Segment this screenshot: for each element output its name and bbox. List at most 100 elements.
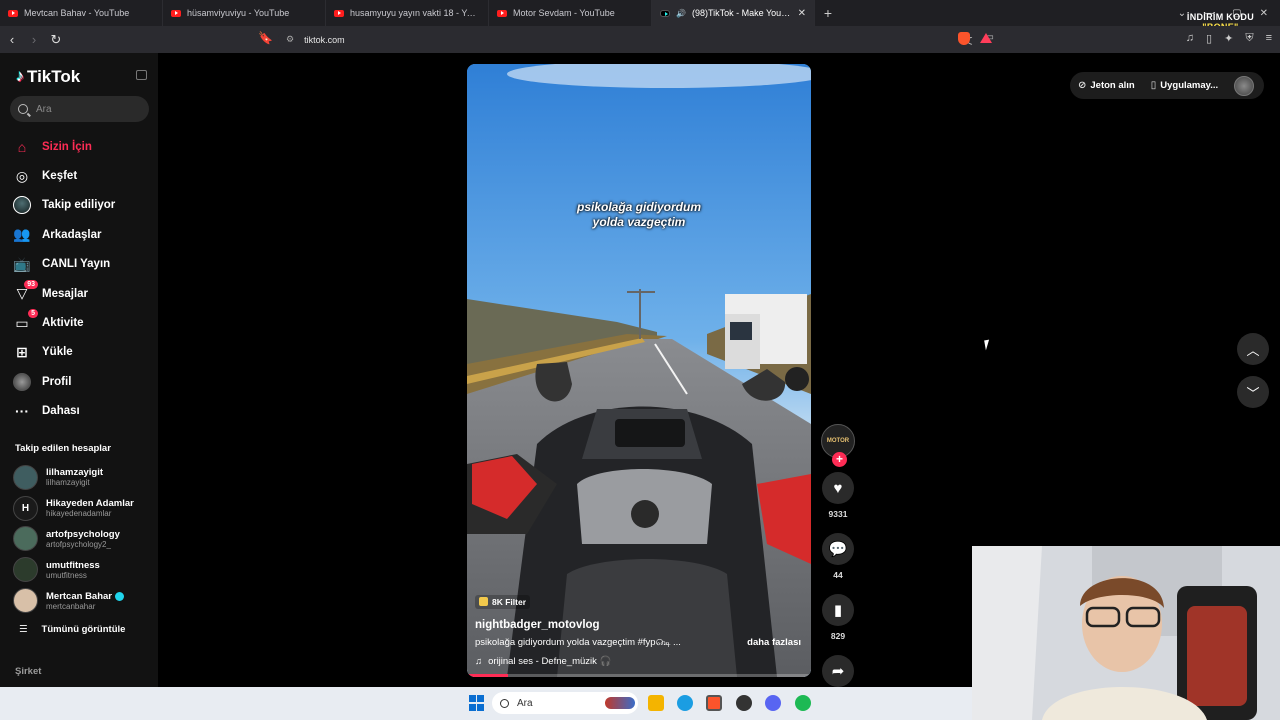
nav-for-you[interactable]: ⌂ Sizin İçin [12, 132, 152, 161]
avatar [13, 557, 38, 583]
media-control-icon[interactable]: ♫ [1186, 32, 1194, 45]
search-icon [500, 698, 509, 708]
nav-messages[interactable]: ▽ 93 Mesajlar [12, 279, 152, 308]
browser-tab[interactable]: husamyuyu yayın vakti 18 - YouTube [326, 0, 489, 26]
comment-icon[interactable]: 💬 [822, 533, 854, 565]
share-icon[interactable]: ➦ [822, 655, 854, 687]
see-more-button[interactable]: daha fazlası [747, 637, 801, 649]
like-action[interactable]: ♥ 9331 [820, 472, 856, 519]
nav-activity[interactable]: ▭ 5 Aktivite [12, 308, 152, 337]
previous-video-button[interactable]: ︿ [1237, 333, 1269, 365]
nav-following[interactable]: Takip ediliyor [12, 191, 152, 220]
tab-title: (98)TikTok - Make Your Day [691, 8, 792, 18]
forward-icon[interactable]: › [24, 30, 44, 50]
brave-shield-icon[interactable] [958, 32, 970, 45]
follow-plus-icon[interactable]: + [832, 452, 847, 467]
nav-label: Aktivite [42, 317, 84, 330]
video-text-overlay: psikolağa gidiyordum yolda vazgeçtim [467, 200, 811, 230]
upload-icon: ⊞ [16, 343, 28, 360]
creator-avatar[interactable]: MOTOR + [821, 424, 855, 467]
address-bar[interactable]: ⚙ tiktok.com 文 ▭ [278, 30, 1000, 49]
nav-more[interactable]: ··· Dahası [12, 397, 152, 426]
brave-rewards-icon[interactable] [980, 33, 992, 43]
activity-badge: 5 [28, 309, 38, 319]
nav-live[interactable]: 📺 CANLI Yayın [12, 250, 152, 279]
browser-tab-active[interactable]: 🔊 (98)TikTok - Make Your Day ✕ [652, 0, 815, 26]
collapse-sidebar-icon[interactable] [136, 70, 147, 80]
nav-label: Yükle [42, 346, 73, 359]
followed-account[interactable]: umutfitness umutfitness [13, 554, 153, 585]
close-tab-icon[interactable]: ✕ [798, 8, 806, 19]
edge-browser-icon[interactable] [677, 695, 693, 711]
see-all-button[interactable]: ☰ Tümünü görüntüle [19, 624, 125, 635]
get-app-button[interactable]: ▯ Uygulamay... [1151, 80, 1218, 91]
site-info-icon[interactable]: ⚙ [286, 34, 294, 45]
activity-icon: ▭ 5 [12, 309, 38, 333]
get-coins-button[interactable]: ⊘ Jeton alın [1078, 80, 1135, 91]
see-all-label: Tümünü görüntüle [41, 624, 126, 635]
browser-tab-strip: Mevtcan Bahav - YouTube hüsamviyuviyu - … [0, 0, 1280, 32]
effect-tag[interactable]: 8K Filter [475, 594, 531, 609]
close-window-icon[interactable]: ✕ [1260, 8, 1268, 19]
obs-icon[interactable] [736, 695, 752, 711]
user-avatar[interactable] [1234, 76, 1254, 96]
windows-start-icon[interactable] [469, 695, 485, 711]
followed-account[interactable]: lilhamzayigit lilhamzayigit [13, 462, 153, 493]
heart-icon[interactable]: ♥ [822, 472, 854, 504]
vpn-icon[interactable]: ⛨ [1245, 32, 1253, 45]
taskbar-widget-icon[interactable] [605, 697, 635, 709]
video-frame [467, 64, 811, 677]
video-player[interactable]: psikolağa gidiyordum yolda vazgeçtim 8K … [467, 64, 811, 677]
nav-friends[interactable]: 👥 Arkadaşlar [12, 220, 152, 249]
spotify-icon[interactable] [795, 695, 811, 711]
creator-avatar-text: MOTOR [826, 438, 850, 444]
followed-account[interactable]: Mertcan Bahar mertcanbahar [13, 585, 153, 616]
tiktok-logo[interactable]: ♪ TikTok [16, 67, 80, 87]
next-video-button[interactable]: ﹀ [1237, 376, 1269, 408]
video-author[interactable]: nightbadger_motovlog [475, 619, 805, 631]
more-icon: ··· [15, 403, 29, 420]
taskbar-search-placeholder: Ara [517, 697, 533, 709]
browser-tab[interactable]: Mevtcan Bahav - YouTube [0, 0, 163, 26]
followed-account[interactable]: H Hikayeden Adamlar hikayedenadamlar [13, 493, 153, 524]
live-icon: 📺 [13, 255, 31, 272]
account-name: umutfitness [46, 559, 100, 571]
youtube-favicon-icon [334, 9, 344, 17]
save-action[interactable]: ▮ 829 [820, 594, 856, 641]
nav-label: Arkadaşlar [42, 228, 102, 241]
sidebar-toggle-icon[interactable]: ▯ [1206, 32, 1212, 45]
discord-icon[interactable] [765, 695, 781, 711]
back-icon[interactable]: ‹ [2, 30, 22, 50]
comment-count: 44 [833, 570, 843, 580]
bookmark-save-icon[interactable]: ▮ [822, 594, 854, 626]
new-tab-button[interactable]: + [815, 0, 841, 26]
tab-title: Motor Sevdam - YouTube [513, 8, 615, 18]
followed-account[interactable]: artofpsychology artofpsychology2_ [13, 524, 153, 555]
following-avatar-icon [12, 195, 32, 215]
nav-explore[interactable]: ◎ Keşfet [12, 161, 152, 190]
nav-label: Sizin İçin [42, 140, 92, 153]
browser-tab[interactable]: hüsamviyuviyu - YouTube [163, 0, 326, 26]
save-count: 829 [830, 631, 846, 641]
video-music[interactable]: ♫ orijinal ses - Defne_müzik 🎧 [475, 656, 805, 667]
brave-browser-icon[interactable] [706, 695, 722, 711]
reload-icon[interactable]: ↻ [46, 30, 66, 50]
speaker-icon[interactable]: 🔊 [676, 9, 686, 18]
nav-upload[interactable]: ⊞ Yükle [12, 338, 152, 367]
following-list: lilhamzayigit lilhamzayigit H Hikayeden A… [13, 462, 153, 616]
browser-tab[interactable]: Motor Sevdam - YouTube [489, 0, 652, 26]
search-input[interactable]: Ara [10, 96, 149, 122]
messages-badge: 93 [24, 279, 38, 289]
nav-profile[interactable]: Profil [12, 367, 152, 396]
company-link[interactable]: Şirket [15, 666, 41, 677]
music-label: orijinal ses - Defne_müzik 🎧 [488, 656, 612, 667]
avatar [13, 526, 38, 552]
bookmark-icon[interactable]: 🔖 [258, 31, 273, 45]
menu-icon[interactable]: ≡ [1266, 32, 1272, 45]
tiktok-favicon-icon [660, 9, 670, 17]
file-explorer-icon[interactable] [648, 695, 664, 711]
video-progress-bar[interactable] [467, 674, 811, 677]
extensions-icon[interactable]: ✦ [1224, 32, 1233, 45]
comment-action[interactable]: 💬 44 [820, 533, 856, 580]
tab-search-icon[interactable]: ⌄ [1178, 8, 1186, 19]
